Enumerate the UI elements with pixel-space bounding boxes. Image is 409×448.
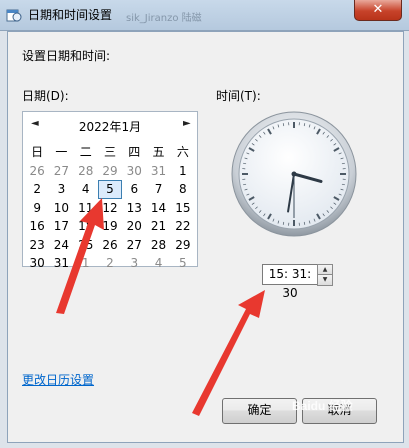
- calendar-day[interactable]: 31: [146, 162, 170, 181]
- weekday-header: 二: [79, 145, 92, 159]
- calendar-day[interactable]: 14: [146, 199, 170, 218]
- date-time-icon: [6, 9, 22, 22]
- calendar-day[interactable]: 22: [171, 217, 195, 236]
- calendar-day[interactable]: 9: [25, 199, 49, 218]
- analog-clock: [231, 111, 357, 237]
- calendar-day[interactable]: 27: [122, 236, 146, 255]
- calendar-day[interactable]: 7: [146, 180, 170, 199]
- calendar-day[interactable]: 3: [49, 180, 73, 199]
- calendar-day[interactable]: 4: [146, 254, 170, 273]
- calendar[interactable]: ◄ 2022年1月 ► 日一二三四五六 26 27 28 29 30 31 1 2 3 4 5 6 7 8 9…: [22, 111, 198, 270]
- section-label: 设置日期和时间:: [22, 49, 111, 63]
- calendar-day[interactable]: 2: [25, 180, 49, 199]
- calendar-day[interactable]: 11: [74, 199, 98, 218]
- calendar-day[interactable]: 13: [122, 199, 146, 218]
- weekday-header: 四: [128, 145, 141, 159]
- close-icon: ✕: [372, 2, 384, 17]
- calendar-day[interactable]: 19: [98, 217, 122, 236]
- calendar-day[interactable]: 12: [98, 199, 122, 218]
- next-month-button[interactable]: ►: [183, 118, 191, 129]
- calendar-day[interactable]: 23: [25, 236, 49, 255]
- calendar-day[interactable]: 5: [97, 180, 123, 199]
- calendar-day[interactable]: 15: [171, 199, 195, 218]
- calendar-day[interactable]: 28: [74, 162, 98, 181]
- close-button[interactable]: ✕: [354, 0, 402, 21]
- calendar-day[interactable]: 16: [25, 217, 49, 236]
- calendar-day[interactable]: 31: [49, 254, 73, 273]
- calendar-day[interactable]: 5: [171, 254, 195, 273]
- calendar-day[interactable]: 1: [171, 162, 195, 181]
- calendar-day[interactable]: 28: [146, 236, 170, 255]
- calendar-day[interactable]: 8: [171, 180, 195, 199]
- calendar-day[interactable]: 30: [122, 162, 146, 181]
- date-label: 日期(D):: [22, 89, 69, 103]
- weekday-header: 日: [31, 145, 44, 159]
- time-label: 时间(T):: [216, 89, 261, 103]
- weekday-header: 一: [55, 145, 68, 159]
- calendar-day[interactable]: 1: [74, 254, 98, 273]
- calendar-day[interactable]: 20: [122, 217, 146, 236]
- calendar-day[interactable]: 4: [74, 180, 98, 199]
- calendar-day[interactable]: 6: [122, 180, 146, 199]
- weekday-header: 五: [152, 145, 165, 159]
- ok-button[interactable]: 确定: [222, 398, 297, 424]
- change-calendar-settings-link[interactable]: 更改日历设置: [22, 371, 94, 388]
- calendar-day[interactable]: 21: [146, 217, 170, 236]
- calendar-day[interactable]: 2: [98, 254, 122, 273]
- calendar-title[interactable]: 2022年1月: [23, 118, 197, 135]
- calendar-day[interactable]: 30: [25, 254, 49, 273]
- calendar-day[interactable]: 26: [25, 162, 49, 181]
- watermark: Baidu 经验: [292, 399, 353, 413]
- calendar-day[interactable]: 29: [171, 236, 195, 255]
- weekday-header: 三: [103, 145, 116, 159]
- calendar-day[interactable]: 18: [74, 217, 98, 236]
- calendar-day[interactable]: 26: [98, 236, 122, 255]
- calendar-day[interactable]: 3: [122, 254, 146, 273]
- weekday-header: 六: [176, 145, 189, 159]
- calendar-grid: 日一二三四五六 26 27 28 29 30 31 1 2 3 4 5 6 7 8 9 10 11 12 13 14 15…: [25, 143, 195, 273]
- time-input[interactable]: 15: 31: 30: [262, 264, 318, 300]
- calendar-day[interactable]: 17: [49, 217, 73, 236]
- window-title: 日期和时间设置: [28, 8, 113, 22]
- ghost-title: sik_Jiranzo 陆磁: [126, 13, 202, 24]
- time-down-button[interactable]: ▼: [317, 274, 333, 286]
- calendar-day[interactable]: 10: [49, 199, 73, 218]
- calendar-day[interactable]: 24: [49, 236, 73, 255]
- calendar-day[interactable]: 27: [49, 162, 73, 181]
- title-bar: 日期和时间设置 sik_Jiranzo 陆磁 ✕: [0, 0, 409, 31]
- calendar-day[interactable]: 25: [74, 236, 98, 255]
- calendar-day[interactable]: 29: [98, 162, 122, 181]
